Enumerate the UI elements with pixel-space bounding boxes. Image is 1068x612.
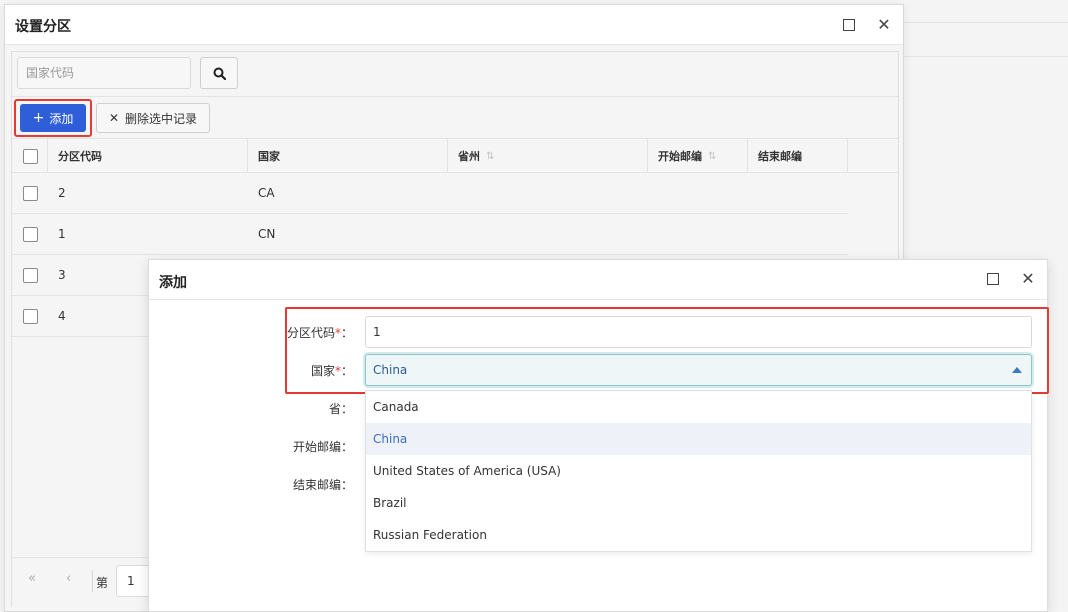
cell-zone-code: 3 (58, 268, 66, 282)
add-button-label: 添加 (49, 111, 74, 126)
country-option-usa[interactable]: United States of America (USA) (366, 455, 1031, 487)
select-all-checkbox[interactable] (23, 148, 38, 164)
country-dropdown-list: Canada China United States of America (U… (365, 390, 1032, 552)
start-zip-label: 开始邮编： (292, 440, 353, 454)
chevron-left-icon[interactable]: ‹ (66, 571, 71, 586)
x-icon: ✕ (108, 111, 120, 125)
maximize-button[interactable] (983, 269, 1003, 289)
maximize-button[interactable] (839, 15, 859, 35)
row-checkbox[interactable] (23, 267, 38, 283)
table-row[interactable]: 1 CN (12, 214, 848, 255)
dialog-header: 添加 ✕ (149, 260, 1047, 300)
country-select[interactable]: China (365, 354, 1032, 386)
close-icon: ✕ (1021, 269, 1035, 288)
country-option-china[interactable]: China (366, 423, 1031, 455)
column-header-country[interactable]: 国家 (248, 139, 448, 173)
dialog-header: 设置分区 ✕ (5, 5, 903, 45)
pager-divider (92, 570, 93, 592)
end-zip-label: 结束邮编： (292, 478, 353, 492)
column-header-end-zip[interactable]: 结束邮编 (748, 139, 848, 173)
cell-zone-code: 1 (58, 227, 66, 241)
country-option-russia[interactable]: Russian Federation (366, 519, 1031, 551)
row-checkbox[interactable] (23, 308, 38, 324)
column-header-province[interactable]: 省州 ⇅ (448, 139, 648, 173)
row-checkbox[interactable] (23, 226, 38, 242)
sort-icon: ⇅ (486, 150, 495, 162)
page-label: 第 (96, 576, 109, 590)
delete-selected-button[interactable]: ✕ 删除选中记录 (96, 103, 210, 133)
plus-icon: + (32, 110, 45, 126)
table-header: 分区代码 国家 省州 ⇅ 开始邮编 ⇅ 结束邮编 (12, 139, 898, 173)
cell-zone-code: 2 (58, 186, 66, 200)
double-chevron-left-icon[interactable]: « (28, 571, 36, 586)
background-divider (904, 56, 1068, 57)
row-checkbox[interactable] (23, 185, 38, 201)
delete-button-label: 删除选中记录 (125, 111, 198, 126)
toolbar: + 添加 ✕ 删除选中记录 (12, 96, 898, 138)
close-button[interactable]: ✕ (874, 15, 894, 35)
column-header-start-zip[interactable]: 开始邮编 ⇅ (648, 139, 748, 173)
dialog-title: 添加 (159, 275, 187, 291)
add-button-highlight: + 添加 (14, 99, 92, 137)
sort-icon: ⇅ (708, 150, 717, 162)
add-zone-dialog: 添加 ✕ 分区代码*： 国家*： China 省： 开始邮编： 结束邮编： Ca… (148, 259, 1049, 612)
search-icon (213, 67, 226, 80)
country-option-canada[interactable]: Canada (366, 391, 1031, 423)
dialog-title: 设置分区 (15, 19, 71, 35)
cell-country: CN (258, 227, 276, 241)
maximize-icon (987, 273, 999, 285)
column-header-zone-code[interactable]: 分区代码 (48, 139, 248, 173)
close-button[interactable]: ✕ (1018, 269, 1038, 289)
country-code-search-input[interactable] (17, 57, 191, 89)
background-divider (904, 22, 1068, 23)
country-select-value: China (373, 363, 408, 377)
cell-zone-code: 4 (58, 309, 66, 323)
country-label: 国家*： (310, 364, 353, 378)
table-row[interactable]: 2 CA (12, 173, 848, 214)
cell-country: CA (258, 186, 275, 200)
close-icon: ✕ (877, 15, 891, 34)
maximize-icon (843, 19, 855, 31)
header-checkbox-cell (12, 139, 48, 173)
search-button[interactable] (200, 57, 238, 89)
add-button[interactable]: + 添加 (20, 104, 86, 132)
country-option-brazil[interactable]: Brazil (366, 487, 1031, 519)
zone-code-label: 分区代码*： (286, 326, 353, 340)
caret-up-icon (1012, 367, 1022, 373)
province-label: 省： (328, 402, 353, 416)
zone-code-input[interactable] (365, 316, 1032, 348)
